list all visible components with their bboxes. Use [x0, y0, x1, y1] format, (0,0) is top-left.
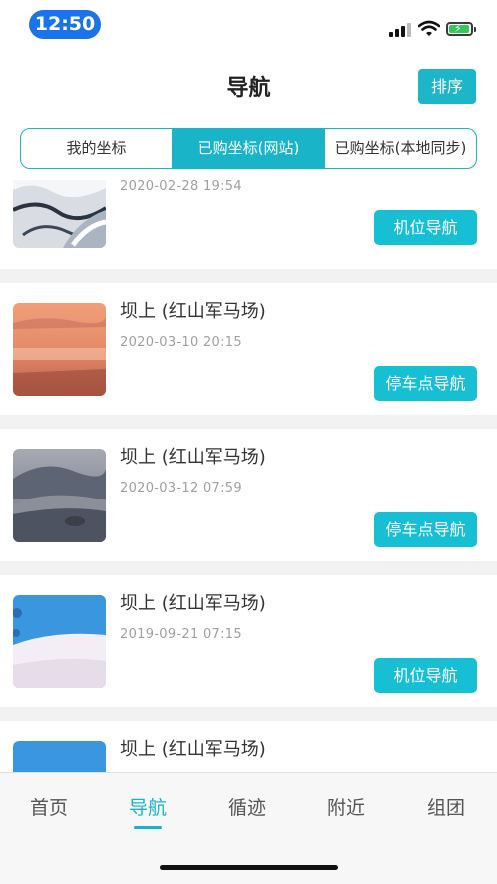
tabbar-group[interactable]: 组团 [427, 793, 465, 820]
divider [0, 707, 497, 721]
camera-position-nav-button[interactable]: 机位导航 [374, 210, 477, 245]
home-indicator[interactable] [160, 865, 338, 870]
sort-button[interactable]: 排序 [418, 69, 476, 104]
item-date: 2020-03-12 07:59 [120, 481, 242, 496]
tabbar-nearby[interactable]: 附近 [327, 793, 365, 820]
snow-river-photo-icon [13, 180, 106, 248]
battery-icon: ⚡ [446, 22, 473, 36]
status-bar: 12:50 ⚡ [0, 0, 497, 50]
coordinate-tabs: 我的坐标 已购坐标(网站) 已购坐标(本地同步) [20, 128, 477, 169]
active-tab-indicator [134, 826, 162, 829]
list-item[interactable]: 2020-02-28 19:54 机位导航 [0, 180, 497, 260]
wifi-icon [418, 20, 440, 36]
list-item[interactable]: 坝上 (红山军马场) [0, 721, 497, 773]
list-item[interactable]: 坝上 (红山军马场) 2020-03-10 20:15 停车点导航 [0, 283, 497, 416]
parking-nav-button[interactable]: 停车点导航 [374, 366, 477, 401]
list-item[interactable]: 坝上 (红山军马场) 2019-09-21 07:15 机位导航 [0, 575, 497, 708]
tab-purchased-local-sync[interactable]: 已购坐标(本地同步) [324, 129, 476, 168]
coordinate-list: 2020-02-28 19:54 机位导航 坝上 (红山军马场) 2020-03… [0, 180, 497, 773]
tabbar-home[interactable]: 首页 [30, 793, 68, 820]
tab-purchased-website[interactable]: 已购坐标(网站) [172, 129, 324, 168]
item-title: 坝上 (红山军马场) [120, 301, 266, 322]
item-title: 坝上 (红山军马场) [120, 739, 266, 760]
battery-tip [474, 27, 476, 32]
item-date: 2020-03-10 20:15 [120, 335, 242, 350]
status-time: 12:50 [29, 10, 101, 39]
cellular-signal-icon [389, 23, 413, 37]
item-title: 坝上 (红山军马场) [120, 447, 266, 468]
item-date: 2019-09-21 07:15 [120, 627, 242, 642]
list-item[interactable]: 坝上 (红山军马场) 2020-03-12 07:59 停车点导航 [0, 429, 497, 562]
tabbar-navigation[interactable]: 导航 [129, 793, 167, 820]
hills-fog-photo-icon [13, 449, 106, 542]
sunrise-fog-photo-icon [13, 303, 106, 396]
parking-nav-button[interactable]: 停车点导航 [374, 512, 477, 547]
divider [0, 561, 497, 575]
camera-position-nav-button[interactable]: 机位导航 [374, 658, 477, 693]
item-date: 2020-02-28 19:54 [120, 180, 242, 194]
tabbar-tracking[interactable]: 循迹 [228, 793, 266, 820]
blue-snow-photo-icon [13, 741, 106, 773]
blue-snow-photo-icon [13, 595, 106, 688]
item-title: 坝上 (红山军马场) [120, 593, 266, 614]
divider [0, 269, 497, 283]
tab-my-coordinates[interactable]: 我的坐标 [21, 129, 172, 168]
divider [0, 415, 497, 429]
